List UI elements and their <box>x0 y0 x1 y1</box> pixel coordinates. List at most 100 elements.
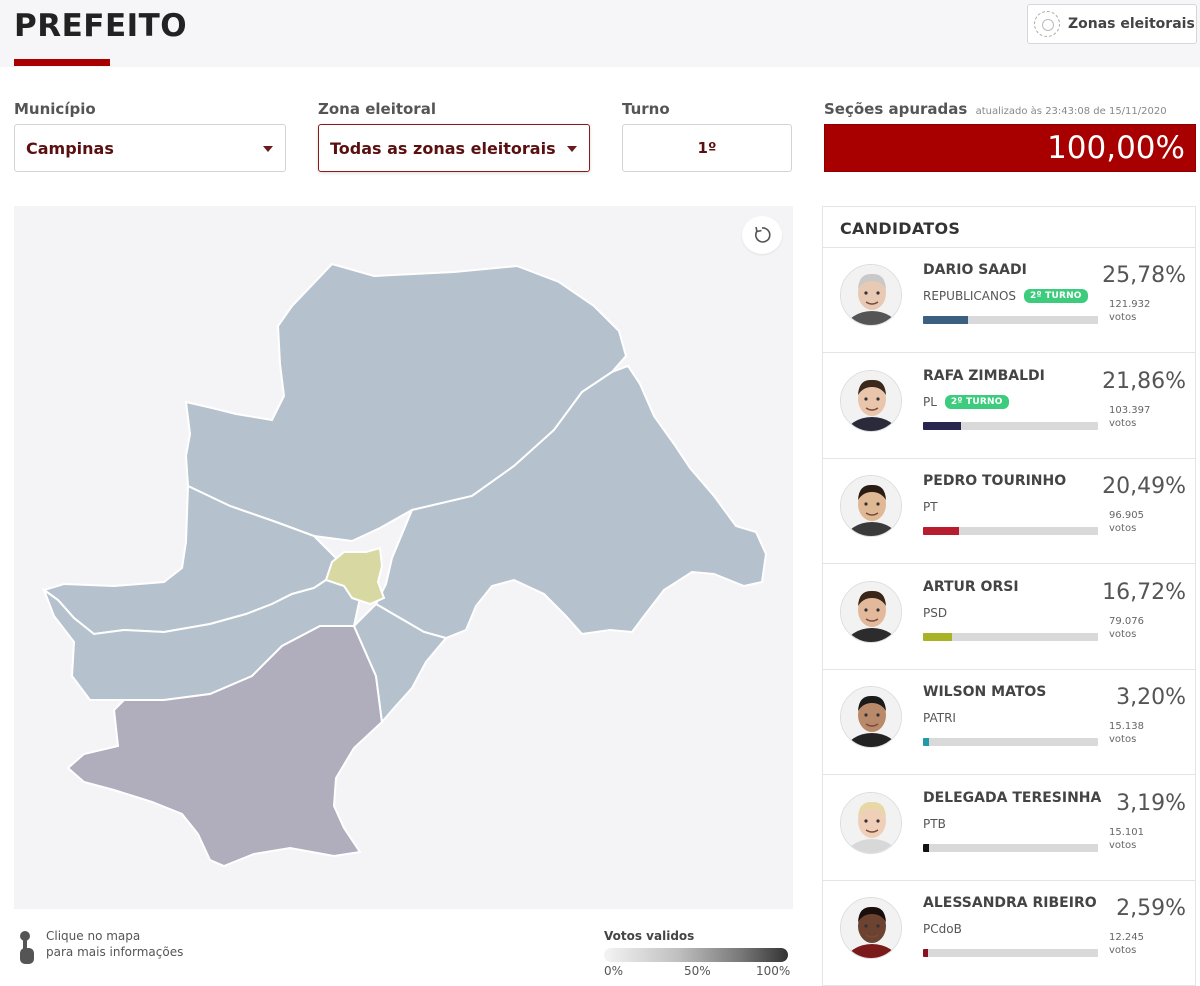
hint-line-2: para mais informações <box>46 945 184 959</box>
candidate-votes-count: 12.245 <box>1109 932 1144 943</box>
candidate-votes-unit: votos <box>1109 628 1137 640</box>
candidate-percent: 20,49% <box>1102 474 1186 499</box>
municipio-value: Campinas <box>26 138 114 158</box>
vote-share-fill <box>923 738 929 746</box>
turno-value: 1º <box>697 139 717 157</box>
candidate-row[interactable]: RAFA ZIMBALDI PL 2º TURNO 21,86% 103.397 voto… <box>823 354 1195 459</box>
candidate-name: RAFA ZIMBALDI <box>923 367 1045 384</box>
vote-share-fill <box>923 632 953 641</box>
candidate-name: ARTUR ORSI <box>923 578 1019 595</box>
zones-button-label: Zonas eleitorais <box>1068 16 1195 32</box>
tap-hand-icon <box>16 928 38 966</box>
legend-tick-0: 0% <box>604 964 624 978</box>
candidate-name: DELEGADA TERESINHA <box>923 789 1102 806</box>
title-underline <box>14 59 110 66</box>
hint-line-1: Clique no mapa <box>46 929 141 943</box>
candidate-avatar <box>840 475 902 537</box>
candidate-party: PTB <box>923 816 946 831</box>
candidate-votes-unit: votos <box>1109 734 1137 745</box>
reset-rotate-icon[interactable] <box>742 216 782 254</box>
caret-down-icon <box>263 146 273 152</box>
vote-share-fill <box>923 843 929 852</box>
vote-share-bar <box>923 632 1098 641</box>
candidate-row[interactable]: DARIO SAADI REPUBLICANOS 2º TURNO 25,78% 121… <box>823 248 1195 353</box>
candidate-percent: 3,20% <box>1116 685 1186 710</box>
caret-down-icon <box>567 146 577 152</box>
vote-share-bar <box>923 949 1098 957</box>
turno-select[interactable]: 1º <box>622 124 792 172</box>
zones-map[interactable] <box>14 206 793 909</box>
legend-tick-50: 50% <box>684 964 711 978</box>
candidate-party: PCdoB <box>923 922 962 936</box>
candidates-panel: CANDIDATOS DARIO SAADI REPUBLICANOS 2º TUR… <box>822 206 1196 986</box>
candidate-votes-unit: votos <box>1109 839 1137 851</box>
candidates-title: CANDIDATOS <box>823 207 1195 248</box>
candidate-votes: 12.245 votos <box>1109 931 1144 957</box>
map-panel <box>14 206 793 909</box>
candidate-party: PT <box>923 500 938 514</box>
legend-tick-100: 100% <box>756 964 791 978</box>
map-hint: Clique no mapa para mais informações <box>16 928 183 966</box>
candidate-party: PSD <box>923 605 948 620</box>
vote-share-bar <box>923 316 1098 324</box>
candidate-row[interactable]: PEDRO TOURINHO PT 20,49% 96.905 votos <box>823 459 1195 564</box>
candidate-party-line: PATRI <box>923 711 956 725</box>
vote-share-bar <box>923 738 1098 746</box>
candidate-name: DARIO SAADI <box>923 262 1027 278</box>
zones-button[interactable]: Zonas eleitorais <box>1027 4 1197 44</box>
candidate-party-line: PSD <box>923 606 947 620</box>
candidate-party: REPUBLICANOS <box>923 289 1017 303</box>
candidate-avatar <box>840 791 902 854</box>
candidate-percent: 16,72% <box>1102 579 1186 605</box>
candidate-votes: 121.932 votos <box>1109 298 1150 324</box>
candidate-percent: 3,19% <box>1116 790 1186 816</box>
candidate-avatar <box>840 686 902 748</box>
candidate-votes-unit: votos <box>1109 417 1137 429</box>
candidate-votes-count: 15.138 <box>1109 721 1144 732</box>
secoes-updated: atualizado às 23:43:08 de 15/11/2020 <box>975 106 1167 117</box>
candidate-votes-unit: votos <box>1109 523 1137 534</box>
candidate-name: PEDRO TOURINHO <box>923 473 1067 489</box>
candidate-party: PL <box>923 394 937 409</box>
zona-label: Zona eleitoral <box>318 100 436 118</box>
candidate-name: WILSON MATOS <box>923 684 1047 700</box>
candidate-percent: 25,78% <box>1102 263 1186 288</box>
candidate-votes-count: 79.076 <box>1109 615 1144 627</box>
vote-share-bar <box>923 843 1098 852</box>
municipio-label: Município <box>14 100 96 118</box>
vote-share-bar <box>923 527 1098 535</box>
legend-title: Votos validos <box>604 929 695 943</box>
vote-share-fill <box>923 421 962 430</box>
candidate-avatar <box>840 369 902 432</box>
candidate-party-line: REPUBLICANOS 2º TURNO <box>923 289 1088 303</box>
candidate-row[interactable]: ALESSANDRA RIBEIRO PCdoB 2,59% 12.245 votos <box>823 881 1195 985</box>
candidate-row[interactable]: DELEGADA TERESINHA PTB 3,19% 15.101 votos <box>823 776 1195 881</box>
municipio-select[interactable]: Campinas <box>14 124 286 172</box>
second-round-badge: 2º TURNO <box>1024 289 1088 303</box>
candidate-votes-unit: votos <box>1109 312 1137 323</box>
candidate-party-line: PCdoB <box>923 922 962 936</box>
candidate-votes: 79.076 votos <box>1109 615 1144 641</box>
candidate-party-line: PT <box>923 500 938 514</box>
candidate-name: ALESSANDRA RIBEIRO <box>923 895 1097 911</box>
candidate-party: PATRI <box>923 711 956 725</box>
candidate-party-line: PTB <box>923 817 946 831</box>
vote-share-fill <box>923 949 928 957</box>
candidate-votes: 15.101 votos <box>1109 826 1144 852</box>
candidate-votes-count: 103.397 <box>1109 404 1151 416</box>
candidate-votes: 96.905 votos <box>1109 509 1144 535</box>
candidate-avatar <box>840 580 902 643</box>
legend-gradient <box>604 948 788 962</box>
secoes-value: 100,00% <box>1047 130 1185 166</box>
candidate-avatar <box>840 897 902 959</box>
zona-select[interactable]: Todas as zonas eleitorais <box>318 124 590 172</box>
candidate-row[interactable]: ARTUR ORSI PSD 16,72% 79.076 votos <box>823 565 1195 670</box>
candidate-votes-count: 15.101 <box>1109 826 1144 838</box>
candidate-row[interactable]: WILSON MATOS PATRI 3,20% 15.138 votos <box>823 670 1195 775</box>
candidate-votes: 15.138 votos <box>1109 720 1144 746</box>
page-title: PREFEITO <box>14 8 188 44</box>
radar-circle-icon <box>1034 11 1060 37</box>
candidate-votes-count: 96.905 <box>1109 510 1144 521</box>
secoes-label: Seções apuradas atualizado às 23:43:08 d… <box>824 100 1167 118</box>
vote-share-fill <box>923 527 959 535</box>
